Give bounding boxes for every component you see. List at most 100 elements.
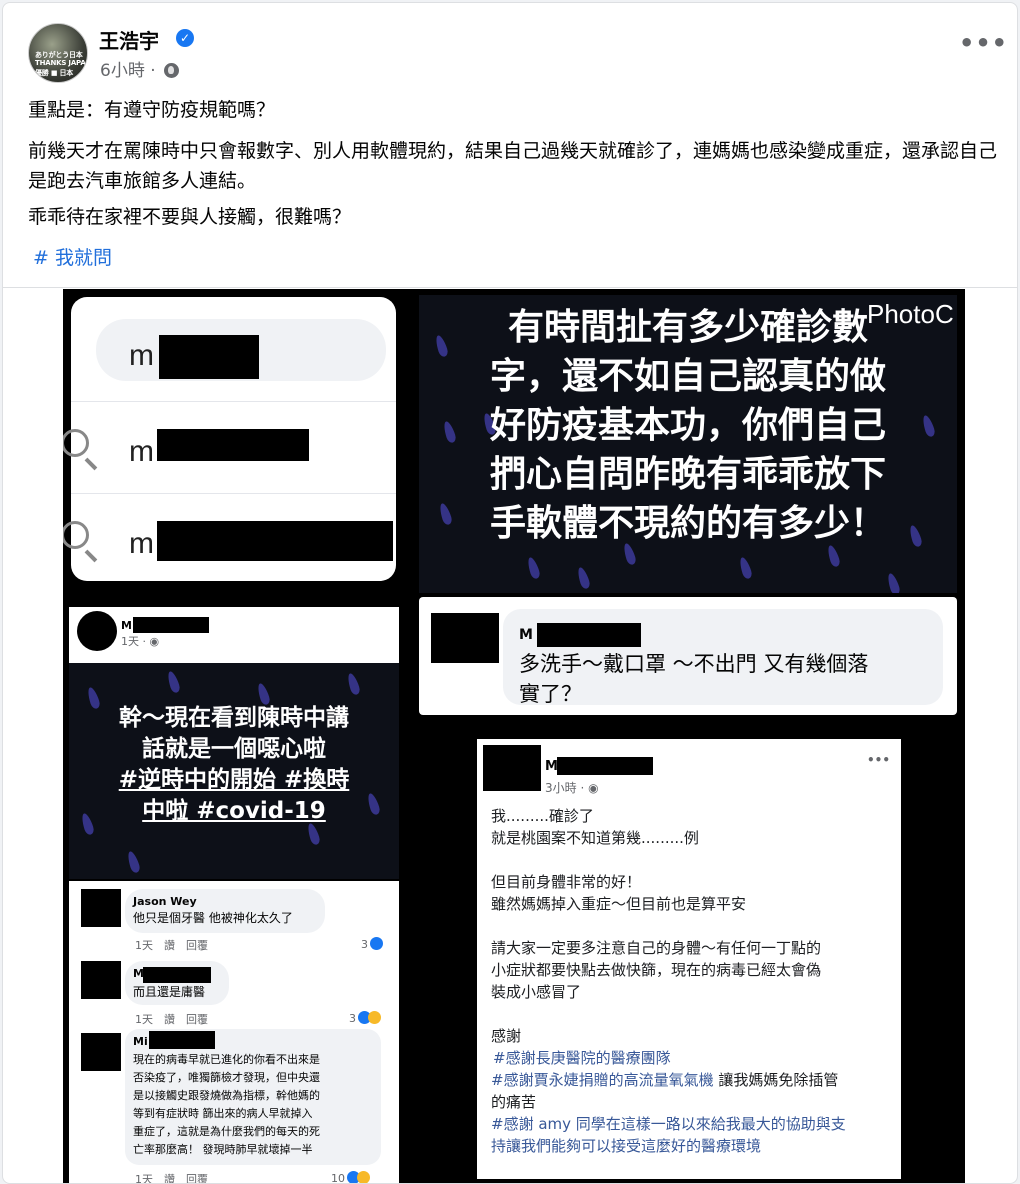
post-meta: 6小時 ·: [100, 56, 180, 81]
search-result-1: m: [129, 339, 154, 372]
divider: [3, 287, 1017, 288]
post-author: M: [545, 759, 558, 774]
hashtag-line: #感謝 amy 同學在這樣一路以來給我最大的協助與支: [491, 1115, 846, 1133]
avatar: [431, 613, 499, 663]
story-line: #逆時中的開始 #換時: [118, 767, 350, 793]
story-line: 幹～現在看到陳時中講: [119, 705, 349, 731]
post-time[interactable]: 6小時 ·: [100, 61, 156, 81]
more-options-icon[interactable]: •••: [959, 31, 1008, 55]
post-author: M: [121, 619, 132, 632]
reaction-number: 3: [349, 1012, 356, 1025]
story-text: 有時間扯有多少確診數 字，還不如自己認真的做 好防疫基本功，你們自己 捫心自問昨…: [419, 303, 957, 548]
story-line: 中啦 #covid-19: [142, 798, 326, 824]
avatar: [81, 1033, 121, 1071]
left-post-header: M 1天 · ◉: [69, 607, 399, 663]
comment-author: Mi: [133, 1035, 148, 1048]
reaction-count: 3: [349, 1011, 381, 1025]
comment-author: M: [519, 627, 533, 643]
divider: [71, 493, 396, 494]
comment-line: 多洗手～戴口罩 ～不出門 又有幾個落: [519, 652, 869, 676]
post-line: 就是桃園案不知道第幾.........例: [491, 829, 699, 847]
author-name[interactable]: 王浩宇: [99, 25, 159, 54]
reaction-number: 10: [331, 1172, 345, 1184]
redaction-box: [157, 429, 309, 461]
more-options-icon: •••: [867, 753, 891, 767]
comment-actions[interactable]: 1天 讚 回覆: [135, 1011, 208, 1027]
avatar-text-2: THANKS JAPAN: [35, 59, 88, 67]
comment-text: 多洗手～戴口罩 ～不出門 又有幾個落 實了？: [519, 649, 868, 709]
comment-text: 現在的病毒早就已進化的你看不出來是 否染疫了，唯獨篩檢才發現，但中央還 是以接觸…: [133, 1051, 320, 1159]
globe-icon: [164, 63, 180, 78]
redaction-box: [537, 623, 641, 647]
post-line: 我.........確診了: [491, 807, 594, 825]
divider: [71, 401, 396, 402]
post-text-1: 重點是：有遵守防疫規範嗎？: [28, 99, 276, 121]
redaction-box: [133, 617, 209, 633]
story-line: 手軟體不現約的有多少！: [489, 503, 886, 544]
post-line: 感謝: [491, 1027, 522, 1045]
comment-panel: M 多洗手～戴口罩 ～不出門 又有幾個落 實了？: [419, 597, 957, 715]
post-line: 讓我媽媽免除插管: [713, 1071, 839, 1089]
redaction-box: [149, 1031, 215, 1049]
search-results-panel: m m m: [63, 297, 396, 581]
comment-text: 而且還是庸醫: [133, 985, 206, 999]
post-line: 雖然媽媽掉入重症～但目前也是算平安: [491, 895, 747, 913]
like-icon: [370, 937, 383, 950]
reaction-count: 3: [361, 937, 383, 951]
wow-icon: [357, 1171, 370, 1183]
story-line: 捫心自問昨晚有乖乖放下: [489, 454, 886, 495]
story-text-panel: 有時間扯有多少確診數 字，還不如自己認真的做 好防疫基本功，你們自己 捫心自問昨…: [419, 295, 957, 593]
search-icon: [63, 521, 89, 549]
reaction-number: 3: [361, 938, 368, 951]
redaction-box: [157, 521, 393, 561]
verified-badge-icon: ✓: [176, 29, 194, 47]
avatar-text-3: 優勝 ■ 日本: [35, 69, 74, 77]
comment-actions[interactable]: 1天 讚 回覆: [135, 1171, 208, 1183]
haha-icon: [368, 1011, 381, 1024]
comment-line: 是以接觸史跟發燒做為指標，幹他媽的: [133, 1089, 320, 1102]
left-story-panel: 幹～現在看到陳時中講 話就是一個噁心啦 #逆時中的開始 #換時 中啦 #covi…: [69, 663, 399, 879]
search-result-2: m: [129, 435, 154, 468]
photo-watermark: PhotoC: [867, 299, 954, 329]
comment-line: 現在的病毒早就已進化的你看不出來是: [133, 1053, 320, 1066]
left-story-text: 幹～現在看到陳時中講 話就是一個噁心啦 #逆時中的開始 #換時 中啦 #covi…: [69, 703, 399, 827]
comment-line: 等到有症狀時 篩出來的病人早就掉入: [133, 1107, 313, 1120]
comment-actions[interactable]: 1天 讚 回覆: [135, 937, 208, 953]
reaction-count: 10: [331, 1171, 370, 1184]
comment-line: 實了？: [519, 682, 582, 706]
comment-line: 否染疫了，唯獨篩檢才發現，但中央還: [133, 1071, 320, 1084]
search-icon: [63, 429, 89, 457]
post-text-2: 前幾天才在罵陳時中只會報數字、別人用軟體現約，結果自己過幾天就確診了，連媽媽也感…: [28, 140, 998, 192]
post-body: 我.........確診了 就是桃園案不知道第幾.........例 但目前身體…: [491, 805, 846, 1157]
avatar: [81, 889, 121, 927]
post-line: 的痛苦: [491, 1093, 537, 1111]
redaction-box: [159, 335, 259, 379]
hashtag-link[interactable]: # 我就問: [33, 243, 112, 270]
comment-author: Jason Wey: [133, 895, 197, 908]
story-line: 字，還不如自己認真的做: [489, 356, 886, 397]
post-line: 請大家一定要多注意自己的身體～有任何一丁點的: [491, 939, 822, 957]
story-line: 好防疫基本功，你們自己: [489, 405, 886, 446]
search-result-3: m: [129, 527, 154, 560]
comment-line: 亡率那麼高！ 發現時肺早就壞掉一半: [133, 1143, 313, 1156]
comment-line: 重症了，這就是為什麼我們的每天的死: [133, 1125, 320, 1138]
comment-text: 他只是個牙醫 他被神化太久了: [133, 911, 293, 925]
avatar: [77, 611, 117, 651]
avatar: [483, 745, 541, 791]
hashtag-line: #感謝長庚醫院的醫療團隊: [493, 1049, 671, 1067]
confirm-post-panel: M 3小時 · ◉ ••• 我.........確診了 就是桃園案不知道第幾..…: [477, 739, 901, 1179]
hashtag-line: #感謝賈永婕捐贈的高流量氧氣機: [491, 1071, 714, 1089]
comments-panel: Jason Wey 他只是個牙醫 他被神化太久了 1天 讚 回覆 3 M 而且還…: [69, 881, 399, 1184]
post-time: 3小時 · ◉: [545, 781, 599, 795]
post-card: ありがとう日本 THANKS JAPAN 優勝 ■ 日本 王浩宇 ✓ 6小時 ·…: [2, 2, 1018, 1184]
author-avatar[interactable]: ありがとう日本 THANKS JAPAN 優勝 ■ 日本: [28, 23, 88, 83]
post-text-3: 乖乖待在家裡不要與人接觸，很難嗎？: [28, 206, 352, 228]
redaction-box: [143, 967, 211, 983]
post-time: 1天 · ◉: [121, 635, 160, 648]
story-line: 話就是一個噁心啦: [142, 736, 326, 762]
post-line: 小症狀都要快點去做快篩，現在的病毒已經太會偽: [491, 961, 822, 979]
post-line: 但目前身體非常的好！: [491, 873, 642, 891]
avatar: [81, 961, 121, 999]
post-image[interactable]: m m m 有時間扯有多少確診數 字，還不如自己認真的做 好防疫基本功，你們自己…: [63, 289, 965, 1184]
hashtag-line: 持讓我們能夠可以接受這麼好的醫療環境: [491, 1137, 762, 1155]
